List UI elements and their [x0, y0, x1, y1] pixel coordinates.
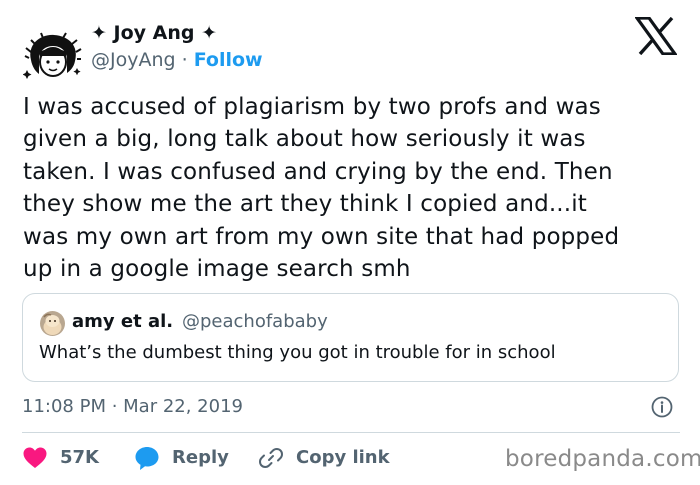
watermark: boredpanda.com — [505, 446, 700, 472]
heart-icon — [23, 447, 47, 468]
like-button[interactable]: 57K — [22, 444, 99, 472]
quoted-tweet-text: What’s the dumbest thing you got in trou… — [39, 342, 556, 363]
tweet-text: I was accused of plagiarism by two profs… — [23, 94, 620, 283]
peach-avatar[interactable] — [40, 311, 65, 336]
info-icon[interactable] — [651, 396, 673, 418]
author-avatar[interactable] — [22, 30, 83, 80]
reply-label: Reply — [172, 447, 229, 468]
copy-link-label: Copy link — [296, 447, 390, 468]
follow-button[interactable]: Follow — [194, 49, 263, 71]
author-display-name[interactable]: ✦ Joy Ang ✦ — [91, 20, 217, 46]
quoted-tweet-card[interactable]: amy et al. @peachofababy What’s the dumb… — [22, 293, 679, 382]
reply-button[interactable]: Reply — [134, 444, 229, 472]
x-logo-icon[interactable] — [633, 16, 679, 56]
quoted-display-name: amy et al. — [72, 311, 174, 332]
author-handle-row: @JoyAng · Follow — [91, 47, 263, 73]
speech-bubble-icon — [135, 447, 159, 470]
author-handle[interactable]: @JoyAng — [91, 49, 176, 71]
like-count: 57K — [60, 447, 99, 468]
separator: · — [175, 49, 194, 71]
quoted-handle: @peachofababy — [182, 311, 328, 332]
tweet-timestamp[interactable]: 11:08 PM · Mar 22, 2019 — [22, 394, 243, 420]
divider — [22, 432, 680, 433]
copy-link-button[interactable]: Copy link — [258, 444, 390, 472]
link-icon — [259, 448, 283, 468]
